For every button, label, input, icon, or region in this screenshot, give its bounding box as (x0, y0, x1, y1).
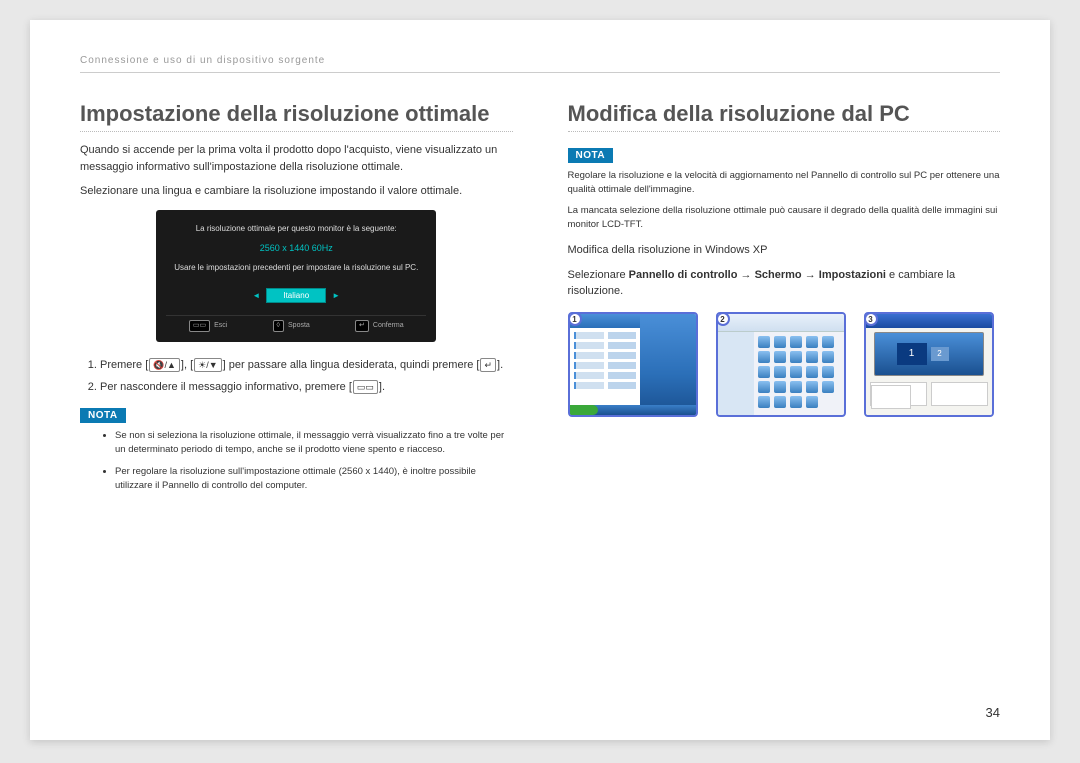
right-title: Modifica della risoluzione dal PC (568, 101, 1001, 132)
settings-controls-icon (870, 382, 988, 406)
screenshot-row: 1 2 (568, 312, 1001, 417)
nota-badge-left: NOTA (80, 408, 126, 423)
xp-start-button-icon (570, 405, 598, 415)
step-2: Per nascondere il messaggio informativo,… (100, 379, 513, 396)
right-path: Selezionare Pannello di controllo → Sche… (568, 267, 1001, 300)
left-intro-2: Selezionare una lingua e cambiare la ris… (80, 183, 513, 200)
settings-body-icon: 12 (866, 328, 992, 417)
osd-confirm: ↵Conferma (355, 320, 404, 332)
menu-key-icon: ▭▭ (353, 380, 378, 394)
osd-language: Italiano (266, 288, 326, 303)
right-column: Modifica della risoluzione dal PC NOTA R… (568, 101, 1001, 502)
monitor-preview-icon: 12 (874, 332, 984, 376)
right-subhead: Modifica della risoluzione in Windows XP (568, 242, 1001, 259)
content-columns: Impostazione della risoluzione ottimale … (80, 101, 1000, 502)
bright-down-icon: ☀/▼ (194, 358, 221, 372)
cp-icon-grid (758, 336, 844, 408)
note-bullets: Se non si seleziona la risoluzione ottim… (115, 429, 513, 494)
osd-preview: La risoluzione ottimale per questo monit… (156, 210, 436, 342)
cp-sidebar-icon (718, 332, 754, 417)
osd-lang-wrap: ◄ Italiano ► (166, 288, 426, 303)
right-note-1: Regolare la risoluzione e la velocità di… (568, 169, 1001, 198)
osd-esc: ▭▭Esci (189, 320, 227, 332)
page-header: Connessione e uso di un dispositivo sorg… (80, 55, 1000, 73)
osd-resolution: 2560 x 1440 60Hz (166, 243, 426, 253)
nota-badge-right: NOTA (568, 148, 614, 163)
confirm-key-icon: ↵ (355, 320, 369, 332)
osd-footer: ▭▭Esci ◊Sposta ↵Conferma (166, 315, 426, 332)
shot-num-3: 3 (864, 312, 878, 326)
shot-num-2: 2 (716, 312, 730, 326)
settings-titlebar-icon (866, 314, 992, 328)
page-number: 34 (986, 705, 1000, 720)
screenshot-2: 2 (716, 312, 846, 417)
manual-page: Connessione e uso di un dispositivo sorg… (30, 20, 1050, 740)
xp-start-menu-icon (570, 314, 640, 415)
vol-up-icon: 🔇/▲ (149, 358, 180, 372)
osd-move: ◊Sposta (273, 320, 310, 332)
left-title: Impostazione della risoluzione ottimale (80, 101, 513, 132)
note-bullet-1: Se non si seleziona la risoluzione ottim… (115, 429, 513, 458)
move-key-icon: ◊ (273, 320, 284, 332)
left-intro-1: Quando si accende per la prima volta il … (80, 142, 513, 175)
osd-line3: Usare le impostazioni precedenti per imp… (166, 263, 426, 272)
shot-num-1: 1 (568, 312, 582, 326)
right-note-2: La mancata selezione della risoluzione o… (568, 204, 1001, 233)
cp-titlebar-icon (718, 314, 844, 332)
left-caret-icon: ◄ (252, 291, 260, 300)
screenshot-1: 1 (568, 312, 698, 417)
right-caret-icon: ► (332, 291, 340, 300)
screenshot-3: 3 12 (864, 312, 994, 417)
osd-line1: La risoluzione ottimale per questo monit… (166, 224, 426, 233)
enter-source-icon: ↵ (480, 358, 496, 372)
note-bullet-2: Per regolare la risoluzione sull'imposta… (115, 465, 513, 494)
esc-key-icon: ▭▭ (189, 320, 210, 332)
steps-list: Premere [🔇/▲], [☀/▼] per passare alla li… (100, 357, 513, 396)
step-1: Premere [🔇/▲], [☀/▼] per passare alla li… (100, 357, 513, 374)
left-column: Impostazione della risoluzione ottimale … (80, 101, 513, 502)
